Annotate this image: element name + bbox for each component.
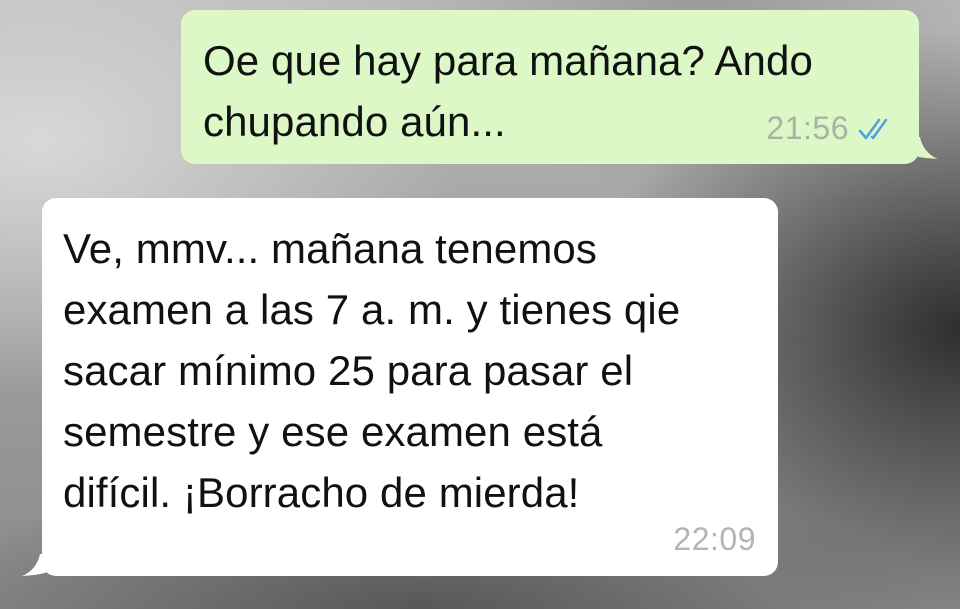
message-time: 22:09: [673, 521, 756, 557]
message-meta: 22:09: [673, 521, 756, 558]
message-text: Ve, mmv... mañana tenemos examen a las 7…: [63, 225, 681, 516]
incoming-bubble-tail: [22, 554, 50, 576]
double-check-read-icon: [857, 114, 897, 144]
message-time: 21:56: [766, 110, 849, 146]
incoming-message-bubble[interactable]: Ve, mmv... mañana tenemos examen a las 7…: [42, 198, 778, 576]
outgoing-bubble-tail: [910, 137, 938, 159]
message-meta: 21:56: [766, 110, 897, 147]
outgoing-message-bubble[interactable]: Oe que hay para mañana? Ando chupando aú…: [181, 10, 919, 164]
